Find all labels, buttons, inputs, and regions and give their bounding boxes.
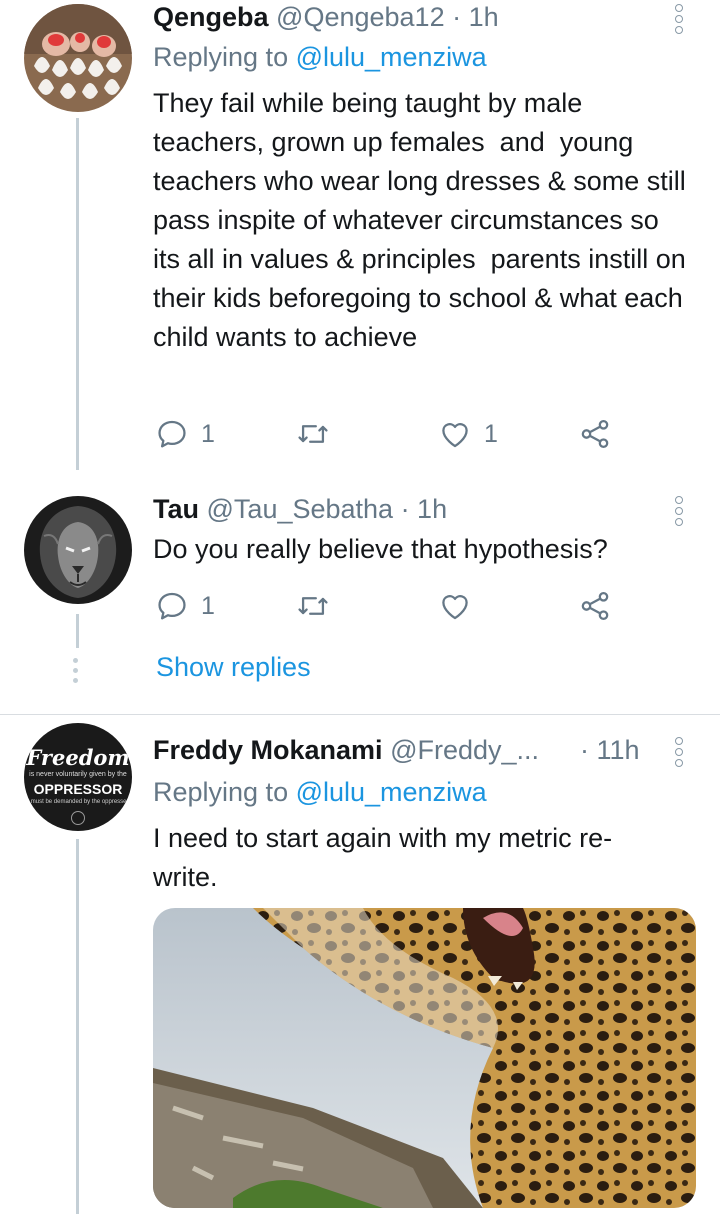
tweet-tau[interactable]: Tau @Tau_Sebatha · 1h Do you really beli… (0, 470, 720, 710)
more-vertical-icon[interactable] (675, 496, 687, 529)
handle-and-time[interactable]: @Tau_Sebatha · 1h (207, 494, 448, 524)
avatar[interactable]: Freedom is never voluntarily given by th… (24, 723, 132, 831)
reply-count: 1 (201, 419, 215, 448)
thread-line (76, 839, 79, 1214)
tweet-qengeba[interactable]: Qengeba @Qengeba12 · 1h Replying to @lul… (0, 0, 720, 470)
tweet-header: Qengeba @Qengeba12 · 1h (153, 2, 499, 33)
share-icon (581, 591, 609, 621)
avatar-logo-word: OPPRESSOR (33, 781, 123, 797)
more-vertical-icon[interactable] (675, 4, 687, 37)
leopard-photo (153, 908, 696, 1208)
retweet-icon (298, 425, 328, 443)
like-button[interactable] (438, 586, 484, 626)
tweet-actions: 1 (153, 586, 623, 626)
tweet-time: · 11h (580, 735, 640, 765)
more-vertical-icon[interactable] (675, 737, 687, 770)
display-name[interactable]: Qengeba (153, 2, 269, 32)
retweet-button[interactable] (296, 414, 342, 454)
replying-to: Replying to @lulu_menziwa (153, 777, 487, 807)
avatar-logo-caption: it must be demanded by the oppressed (26, 799, 130, 805)
tweet-header: Tau @Tau_Sebatha · 1h (153, 494, 447, 525)
tweet-actions: 1 1 (153, 414, 623, 454)
thread-line (76, 118, 79, 470)
thread-line (76, 614, 79, 648)
mention-link[interactable]: @lulu_menziwa (296, 777, 487, 807)
tweet-image[interactable] (153, 908, 696, 1208)
reply-icon (158, 420, 186, 448)
like-count: 1 (484, 419, 498, 448)
avatar[interactable] (24, 4, 132, 112)
tweet-text: Do you really believe that hypothesis? (153, 534, 608, 564)
handle-and-time[interactable]: @Qengeba12 · 1h (276, 2, 499, 32)
share-button[interactable] (578, 414, 612, 454)
avatar[interactable] (24, 496, 132, 604)
mention-link[interactable]: @lulu_menziwa (296, 42, 487, 72)
reply-button[interactable]: 1 (155, 586, 215, 626)
share-button[interactable] (578, 586, 612, 626)
reply-button[interactable]: 1 (155, 414, 215, 454)
avatar-logo-title: Freedom (26, 745, 130, 770)
share-icon (581, 419, 609, 449)
like-button[interactable]: 1 (438, 414, 498, 454)
replying-to: Replying to @lulu_menziwa (153, 42, 487, 72)
retweet-icon (298, 597, 328, 615)
tweet-text: They fail while being taught by male tea… (153, 88, 694, 352)
retweet-button[interactable] (296, 586, 342, 626)
heart-icon (442, 595, 468, 620)
tweet-header: Freddy Mokanami @Freddy_... (153, 735, 539, 766)
reply-count: 1 (201, 591, 215, 620)
avatar-logo-subtitle: is never voluntarily given by the (29, 771, 127, 778)
avatar-emblem (71, 811, 85, 825)
show-replies-link[interactable]: Show replies (156, 652, 311, 683)
tweet-text: I need to start again with my metric re-… (153, 823, 613, 892)
display-name[interactable]: Freddy Mokanami (153, 735, 383, 765)
handle[interactable]: @Freddy_... (390, 735, 539, 765)
reply-icon (158, 592, 186, 620)
heart-icon (442, 423, 468, 448)
display-name[interactable]: Tau (153, 494, 199, 524)
tweet-freddy[interactable]: Freedom is never voluntarily given by th… (0, 715, 720, 1214)
thread-continuation-dots (73, 658, 81, 688)
